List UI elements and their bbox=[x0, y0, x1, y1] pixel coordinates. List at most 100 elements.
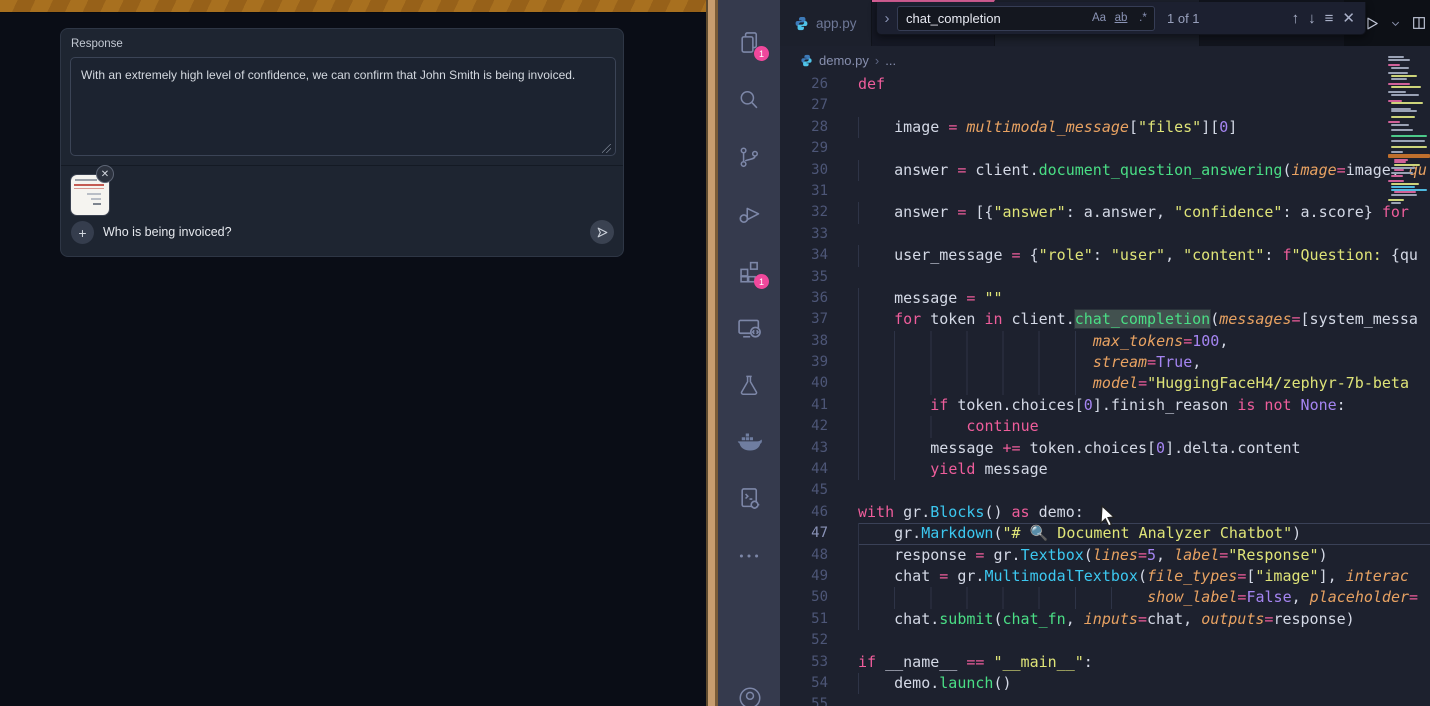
tab-app-py[interactable]: app.py bbox=[780, 0, 872, 46]
code-line-49[interactable]: 49chat = gr.MultimodalTextbox(file_types… bbox=[780, 566, 1430, 587]
code-line-29[interactable]: 29 bbox=[780, 138, 1430, 159]
line-number: 51 bbox=[780, 609, 858, 630]
code-line-48[interactable]: 48response = gr.Textbox(lines=5, label="… bbox=[780, 545, 1430, 566]
minimap-row bbox=[1394, 161, 1406, 163]
code-line-43[interactable]: 43message += token.choices[0].delta.cont… bbox=[780, 438, 1430, 459]
code-line-50[interactable]: 50show_label=False, placeholder= bbox=[780, 587, 1430, 608]
code-line-42[interactable]: 42continue bbox=[780, 416, 1430, 437]
task-config-icon[interactable] bbox=[729, 470, 769, 527]
minimap-row bbox=[1388, 70, 1430, 72]
test-beaker-icon[interactable] bbox=[729, 356, 769, 413]
code-line-47[interactable]: 47gr.Markdown("# 🔍 Document Analyzer Cha… bbox=[780, 523, 1430, 544]
send-button[interactable] bbox=[590, 220, 614, 244]
line-number: 32 bbox=[780, 202, 858, 223]
code-text: model="HuggingFaceH4/zephyr-7b-beta bbox=[858, 373, 1430, 394]
add-file-button[interactable]: + bbox=[71, 221, 94, 244]
line-number: 34 bbox=[780, 245, 858, 266]
code-text: continue bbox=[858, 416, 1430, 437]
minimap-row bbox=[1388, 127, 1430, 129]
more-actions-icon[interactable] bbox=[729, 527, 769, 584]
minimap-row bbox=[1391, 183, 1419, 185]
code-line-26[interactable]: 26def bbox=[780, 74, 1430, 95]
line-number: 31 bbox=[780, 181, 858, 202]
response-textarea[interactable]: With an extremely high level of confiden… bbox=[70, 57, 616, 156]
minimap-row bbox=[1391, 167, 1415, 169]
explorer-icon[interactable]: 1 bbox=[729, 14, 769, 71]
minimap-row bbox=[1391, 129, 1413, 131]
minimap-row bbox=[1388, 97, 1430, 99]
textarea-resize-grip[interactable] bbox=[602, 144, 611, 153]
code-line-35[interactable]: 35 bbox=[780, 267, 1430, 288]
next-match-icon[interactable]: ↓ bbox=[1308, 10, 1316, 27]
run-debug-icon[interactable] bbox=[729, 185, 769, 242]
code-text bbox=[858, 480, 1430, 501]
find-expand-chevron-icon[interactable]: › bbox=[877, 10, 897, 27]
code-line-38[interactable]: 38max_tokens=100, bbox=[780, 331, 1430, 352]
code-text: yield message bbox=[858, 459, 1430, 480]
code-line-51[interactable]: 51chat.submit(chat_fn, inputs=chat, outp… bbox=[780, 609, 1430, 630]
code-line-46[interactable]: 46with gr.Blocks() as demo: bbox=[780, 502, 1430, 523]
minimap-row bbox=[1388, 148, 1430, 150]
code-text: message = "" bbox=[858, 288, 1430, 309]
code-line-40[interactable]: 40model="HuggingFaceH4/zephyr-7b-beta bbox=[780, 373, 1430, 394]
previous-match-icon[interactable]: ↑ bbox=[1292, 10, 1300, 27]
extensions-icon[interactable]: 1 bbox=[729, 242, 769, 299]
code-line-53[interactable]: 53if __name__ == "__main__": bbox=[780, 652, 1430, 673]
code-line-39[interactable]: 39stream=True, bbox=[780, 352, 1430, 373]
code-line-30[interactable]: 30answer = client.document_question_answ… bbox=[780, 160, 1430, 181]
regex-toggle[interactable]: .* bbox=[1132, 12, 1154, 24]
code-text: chat = gr.MultimodalTextbox(file_types=[… bbox=[858, 566, 1430, 587]
whole-word-toggle[interactable]: ab bbox=[1110, 12, 1132, 24]
code-line-32[interactable]: 32answer = [{"answer": a.answer, "confid… bbox=[780, 202, 1430, 223]
find-query-text[interactable]: chat_completion bbox=[898, 11, 1088, 26]
find-input[interactable]: chat_completion Aa ab .* bbox=[897, 6, 1155, 31]
code-line-52[interactable]: 52 bbox=[780, 630, 1430, 651]
code-line-54[interactable]: 54demo.launch() bbox=[780, 673, 1430, 694]
code-line-44[interactable]: 44yield message bbox=[780, 459, 1430, 480]
docker-icon[interactable] bbox=[729, 413, 769, 470]
breadcrumb-symbol[interactable]: ... bbox=[885, 53, 896, 68]
code-line-55[interactable]: 55 bbox=[780, 694, 1430, 706]
search-icon[interactable] bbox=[729, 71, 769, 128]
minimap[interactable] bbox=[1388, 48, 1430, 608]
remote-explorer-icon[interactable] bbox=[729, 299, 769, 356]
breadcrumb-file[interactable]: demo.py bbox=[819, 53, 869, 68]
code-line-37[interactable]: 37for token in client.chat_completion(me… bbox=[780, 309, 1430, 330]
code-text: if token.choices[0].finish_reason is not… bbox=[858, 395, 1430, 416]
minimap-row bbox=[1388, 178, 1430, 180]
find-in-selection-icon[interactable]: ≡ bbox=[1325, 10, 1334, 27]
code-line-27[interactable]: 27 bbox=[780, 95, 1430, 116]
minimap-row bbox=[1391, 146, 1427, 148]
code-line-34[interactable]: 34user_message = {"role": "user", "conte… bbox=[780, 245, 1430, 266]
code-line-31[interactable]: 31 bbox=[780, 181, 1430, 202]
chat-input[interactable]: Who is being invoiced? bbox=[103, 225, 232, 239]
code-line-36[interactable]: 36message = "" bbox=[780, 288, 1430, 309]
account-icon[interactable] bbox=[737, 685, 763, 706]
minimap-row bbox=[1391, 202, 1401, 204]
split-editor-icon[interactable] bbox=[1411, 15, 1427, 31]
run-dropdown-chevron-icon[interactable] bbox=[1390, 18, 1401, 29]
remove-attachment-button[interactable]: ✕ bbox=[96, 165, 114, 183]
code-text: if __name__ == "__main__": bbox=[858, 652, 1430, 673]
code-text bbox=[858, 267, 1430, 288]
code-line-28[interactable]: 28image = multimodal_message["files"][0] bbox=[780, 117, 1430, 138]
find-widget: › chat_completion Aa ab .* 1 of 1 ↑ ↓ ≡ … bbox=[876, 2, 1366, 35]
minimap-row bbox=[1391, 172, 1413, 174]
source-control-icon[interactable] bbox=[729, 128, 769, 185]
code-line-33[interactable]: 33 bbox=[780, 224, 1430, 245]
line-number: 40 bbox=[780, 373, 858, 394]
browser-panel: Response With an extremely high level of… bbox=[0, 0, 706, 706]
code-line-45[interactable]: 45 bbox=[780, 480, 1430, 501]
match-case-toggle[interactable]: Aa bbox=[1088, 12, 1110, 24]
code-text: answer = [{"answer": a.answer, "confiden… bbox=[858, 202, 1430, 223]
close-find-icon[interactable]: ✕ bbox=[1342, 9, 1355, 27]
code-text bbox=[858, 630, 1430, 651]
line-number: 43 bbox=[780, 438, 858, 459]
line-number: 46 bbox=[780, 502, 858, 523]
line-number: 47 bbox=[780, 523, 858, 544]
minimap-row bbox=[1388, 180, 1404, 182]
minimap-row bbox=[1388, 59, 1410, 61]
gradio-card: Response With an extremely high level of… bbox=[60, 28, 624, 257]
code-line-41[interactable]: 41if token.choices[0].finish_reason is n… bbox=[780, 395, 1430, 416]
line-number: 29 bbox=[780, 138, 858, 159]
